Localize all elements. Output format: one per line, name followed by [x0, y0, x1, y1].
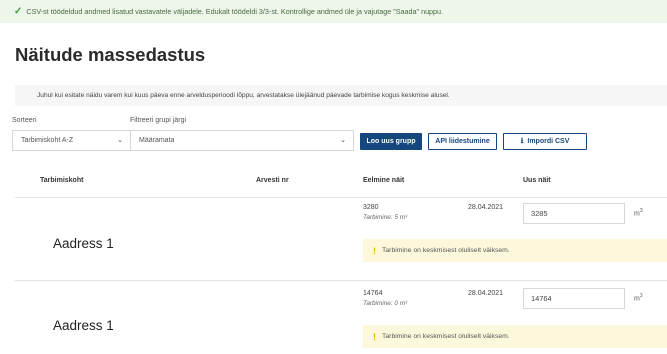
sort-select-value: Tarbimiskoht A-Z	[21, 137, 74, 144]
unit-label: m3	[634, 208, 643, 218]
sort-label: Sorteeri	[12, 117, 37, 124]
header-divider	[15, 197, 667, 198]
chevron-down-icon: ⌄	[117, 137, 123, 144]
previous-reading: 14764	[363, 290, 383, 297]
sort-select[interactable]: Tarbimiskoht A-Z ⌄	[12, 130, 131, 151]
success-banner: ✓ CSV-st töödeldud andmed lisatud vastav…	[0, 0, 667, 23]
chevron-down-icon: ⌄	[340, 137, 346, 144]
info-notice: Juhul kui esitate näidu varem kui kuus p…	[15, 85, 667, 106]
row-address: Aadress 1	[53, 318, 114, 333]
column-header-previous: Eelmine näit	[363, 177, 405, 184]
import-csv-button[interactable]: ⭳ Impordi CSV	[503, 133, 587, 150]
new-group-button[interactable]: Loo uus grupp	[360, 133, 422, 150]
group-filter-label: Filtreeri grupi järgi	[130, 117, 187, 124]
consumption-note: Tarbimine: 0 m³	[363, 300, 408, 307]
column-header-meter: Arvesti nr	[256, 177, 289, 184]
check-icon: ✓	[14, 6, 23, 17]
consumption-note: Tarbimine: 5 m³	[363, 214, 408, 221]
success-banner-text: CSV-st töödeldud andmed lisatud vastavat…	[26, 7, 444, 16]
warning-icon: !	[373, 331, 376, 342]
unit-label: m3	[634, 293, 643, 303]
previous-reading-date: 28.04.2021	[468, 204, 504, 211]
row-divider	[15, 280, 667, 281]
previous-reading-date: 28.04.2021	[468, 290, 504, 297]
previous-reading: 3280	[363, 204, 379, 211]
new-reading-input[interactable]: 14764	[523, 288, 625, 309]
group-filter-select-value: Määramata	[139, 137, 175, 144]
warning-icon: !	[373, 245, 376, 256]
warning-text: Tarbimine on keskmisest oluliselt väikse…	[382, 247, 510, 254]
info-notice-text: Juhul kui esitate näidu varem kui kuus p…	[37, 92, 450, 99]
warning-text: Tarbimine on keskmisest oluliselt väikse…	[382, 333, 510, 340]
upload-icon: ⭳	[520, 135, 524, 145]
page-title: Näitude massedastus	[15, 44, 206, 65]
import-csv-label: Impordi CSV	[527, 138, 570, 145]
row-address: Aadress 1	[53, 236, 114, 251]
group-filter-select[interactable]: Määramata ⌄	[130, 130, 354, 151]
api-integration-button[interactable]: API liidestumine	[428, 133, 497, 150]
warning-notice: ! Tarbimine on keskmisest oluliselt väik…	[363, 239, 667, 262]
column-header-new: Uus näit	[523, 177, 551, 184]
warning-notice: ! Tarbimine on keskmisest oluliselt väik…	[363, 325, 667, 348]
column-header-location: Tarbimiskoht	[40, 177, 84, 184]
new-reading-input[interactable]: 3285	[523, 203, 625, 224]
